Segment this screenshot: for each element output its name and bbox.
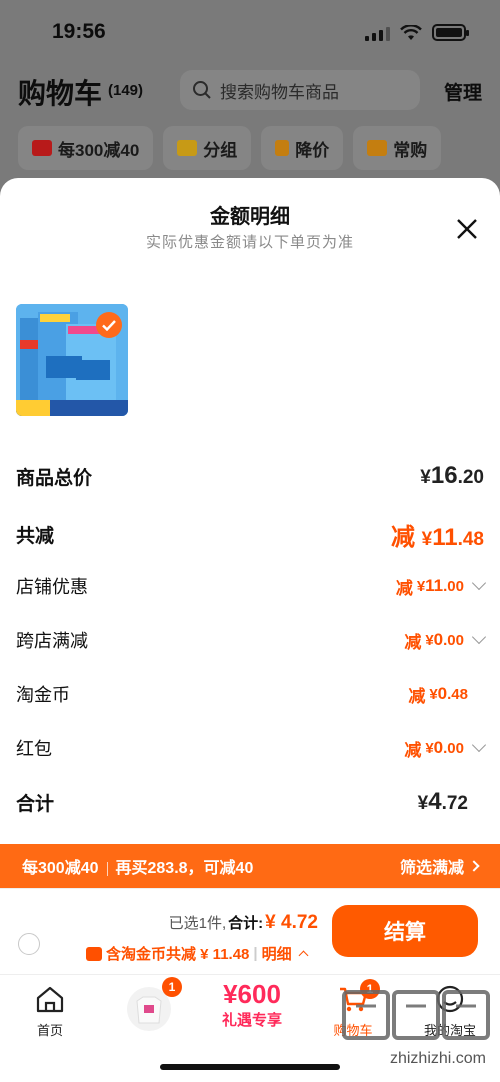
chip-frequent[interactable]: 常购: [353, 126, 442, 170]
row-subtotal: 商品总价 ¥16.20: [16, 462, 484, 490]
chip-label: 常购: [393, 140, 428, 160]
tab-product-badge: 1: [162, 977, 182, 997]
signal-icon: [365, 25, 390, 41]
sheet-title: 金额明细: [210, 206, 290, 228]
row-total: 合计 ¥4.72: [16, 788, 484, 816]
checkmark-icon: [96, 312, 122, 338]
search-placeholder: 搜索购物车商品: [220, 82, 339, 102]
folder-icon: [177, 140, 198, 156]
selection-summary: 已选1件, 合计: ¥ 4.72: [169, 912, 318, 934]
subtotal-label: 商品总价: [16, 467, 93, 489]
shop-discount-value: 减 ¥11.00: [396, 574, 487, 599]
coin-icon: [86, 946, 102, 961]
checkout-total-value: ¥ 4.72: [265, 912, 318, 933]
select-all-checkbox[interactable]: [18, 933, 40, 955]
promo-600-tab[interactable]: ¥600 礼遇专享: [214, 979, 290, 1030]
total-value: ¥4.72: [417, 788, 468, 815]
tab-home-label: 首页: [36, 1023, 63, 1038]
promo-text: 每300减40 再买283.8，可减40: [22, 860, 254, 877]
checkout-bar: 已选1件, 合计: ¥ 4.72 含淘金币共减 ¥ 11.48 | 明细 结算: [0, 888, 500, 974]
row-discount-total: 共减 减 ¥11.48: [16, 517, 484, 552]
row-shop-discount[interactable]: 店铺优惠 减 ¥11.00: [16, 573, 487, 599]
cross-shop-value: 减 ¥0.00: [404, 628, 487, 653]
watermark-logo: [342, 990, 490, 1040]
shop-discount-label: 店铺优惠: [16, 577, 88, 597]
subtotal-value: ¥16.20: [420, 462, 484, 489]
discount-total-value: 减 ¥11.48: [390, 524, 484, 551]
manage-button[interactable]: 管理: [444, 78, 482, 105]
home-indicator: [160, 1064, 340, 1070]
status-bar: 19:56: [0, 0, 500, 62]
wifi-icon: [400, 24, 422, 40]
background-cart-page: 19:56 购物车 (149) 搜索购物车商品 管理 每300减40 分组 降价…: [0, 0, 500, 190]
discount-total-label: 共减: [16, 526, 55, 547]
cart-count: (149): [108, 82, 144, 99]
chip-price-down[interactable]: 降价: [261, 126, 344, 170]
coupon-icon: [32, 140, 52, 156]
row-cross-shop[interactable]: 跨店满减 减 ¥0.00: [16, 627, 487, 653]
promo-amount: ¥600: [223, 979, 281, 1009]
chevron-down-icon: [471, 575, 487, 591]
chip-label: 分组: [203, 140, 238, 160]
close-icon[interactable]: [454, 216, 480, 242]
cart-icon: [367, 140, 388, 156]
row-hongbao[interactable]: 红包 减 ¥0.00: [16, 735, 487, 761]
coin-discount-detail[interactable]: 含淘金币共减 ¥ 11.48 | 明细: [86, 943, 309, 964]
taojinbi-label: 淘金币: [16, 685, 70, 705]
page-title: 购物车: [18, 78, 103, 109]
coin-note: 含淘金币共减 ¥ 11.48: [106, 946, 250, 963]
amount-detail-sheet: 金额明细 实际优惠金额请以下单页为准 商品总价 ¥16.20 共减 减 ¥11.…: [0, 178, 500, 1082]
search-input[interactable]: 搜索购物车商品: [180, 70, 420, 110]
tab-product-preview[interactable]: 1: [124, 977, 182, 1036]
checkout-button[interactable]: 结算: [332, 905, 478, 957]
chevron-up-icon: [298, 950, 309, 960]
promo-bar[interactable]: 每300减40 再买283.8，可减40 筛选满减: [0, 844, 500, 888]
home-icon: [36, 986, 64, 1013]
battery-icon: [432, 24, 469, 41]
chip-coupon[interactable]: 每300减40: [18, 126, 154, 170]
price-down-icon: [275, 140, 290, 156]
chip-group[interactable]: 分组: [163, 126, 252, 170]
total-label: 合计: [16, 793, 55, 815]
watermark-text: zhizhizhi.com: [389, 1050, 486, 1067]
promo-label: 礼遇专享: [221, 1012, 282, 1029]
status-time: 19:56: [52, 20, 106, 43]
filter-promo-link[interactable]: 筛选满减: [400, 854, 480, 878]
checkout-total-label: 合计:: [228, 915, 264, 932]
selected-count: 已选1件,: [168, 915, 227, 932]
hongbao-label: 红包: [16, 739, 52, 759]
sheet-subtitle: 实际优惠金额请以下单页为准: [145, 234, 354, 251]
hongbao-value: 减 ¥0.00: [404, 736, 487, 761]
chevron-down-icon: [471, 737, 487, 753]
cross-shop-label: 跨店满减: [16, 631, 88, 651]
filter-chips: 每300减40 分组 降价 常购: [18, 126, 442, 170]
tab-home[interactable]: 首页: [30, 985, 70, 1039]
chip-label: 降价: [295, 140, 330, 160]
row-taojinbi: 淘金币 减 ¥0.48: [16, 681, 484, 707]
product-thumbnail[interactable]: [16, 304, 128, 416]
status-icons: [365, 24, 469, 41]
search-icon: [193, 81, 211, 99]
chevron-down-icon: [471, 629, 487, 645]
detail-toggle[interactable]: 明细: [262, 943, 292, 964]
taojinbi-value: 减 ¥0.48: [408, 684, 468, 706]
chevron-right-icon: [468, 860, 480, 872]
chip-label: 每300减40: [58, 140, 140, 160]
